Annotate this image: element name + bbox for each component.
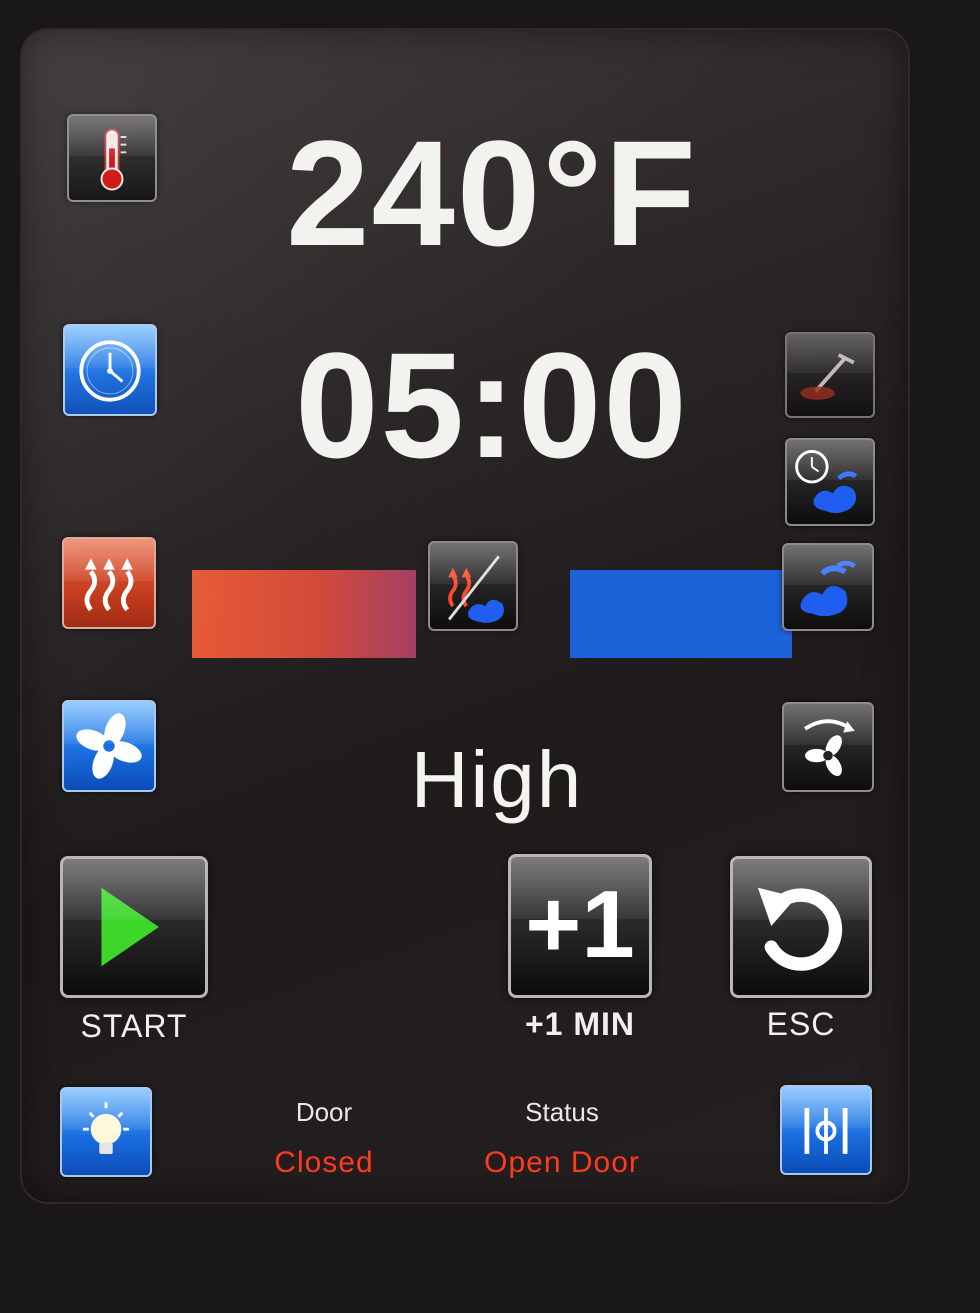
steam-mode-button[interactable] [782, 543, 874, 631]
probe-icon [800, 353, 855, 400]
combi-heat-steam-icon [447, 555, 504, 623]
oven-control-panel: 240°F 05:00 High START +1 +1 MIN ESC Doo… [22, 30, 908, 1202]
esc-button[interactable] [730, 856, 872, 998]
fan-reverse-button[interactable] [782, 702, 874, 792]
play-icon [101, 887, 159, 967]
light-bulb-icon [83, 1102, 129, 1154]
heat-level-bar[interactable] [192, 570, 416, 658]
settings-sliders-icon [804, 1108, 848, 1154]
fan-speed-button[interactable] [62, 700, 156, 792]
thermometer-icon [100, 128, 127, 191]
heat-mode-button[interactable] [62, 537, 156, 629]
start-button[interactable] [60, 856, 208, 998]
temperature-button[interactable] [67, 114, 157, 202]
oven-light-button[interactable] [60, 1087, 152, 1177]
probe-button[interactable] [785, 332, 875, 418]
steam-icon [800, 560, 856, 617]
plus-one-icon: +1 [525, 871, 635, 978]
settings-button[interactable] [780, 1085, 872, 1175]
undo-icon [757, 887, 843, 971]
combi-mode-button[interactable] [428, 541, 518, 631]
temperature-readout[interactable]: 240°F [252, 118, 732, 268]
timed-steam-icon [795, 450, 858, 514]
status-label: Status [525, 1097, 599, 1127]
fan-speed-readout[interactable]: High [352, 735, 642, 825]
clock-icon [79, 340, 141, 402]
timer-readout[interactable]: 05:00 [252, 330, 732, 480]
steam-level-bar[interactable] [570, 570, 792, 658]
heat-icon [84, 558, 134, 612]
timed-steam-button[interactable] [785, 438, 875, 526]
door-label: Door [295, 1097, 353, 1127]
timer-button[interactable] [63, 324, 157, 416]
start-label: START [80, 1008, 188, 1044]
plus-one-minute-button[interactable]: +1 [508, 854, 652, 998]
door-value: Closed [274, 1146, 374, 1179]
esc-label: ESC [766, 1006, 836, 1042]
fan-icon [76, 713, 142, 779]
fan-reverse-icon [804, 719, 855, 777]
status-value: Open Door [484, 1146, 640, 1179]
plus-one-minute-label: +1 MIN [524, 1006, 636, 1042]
